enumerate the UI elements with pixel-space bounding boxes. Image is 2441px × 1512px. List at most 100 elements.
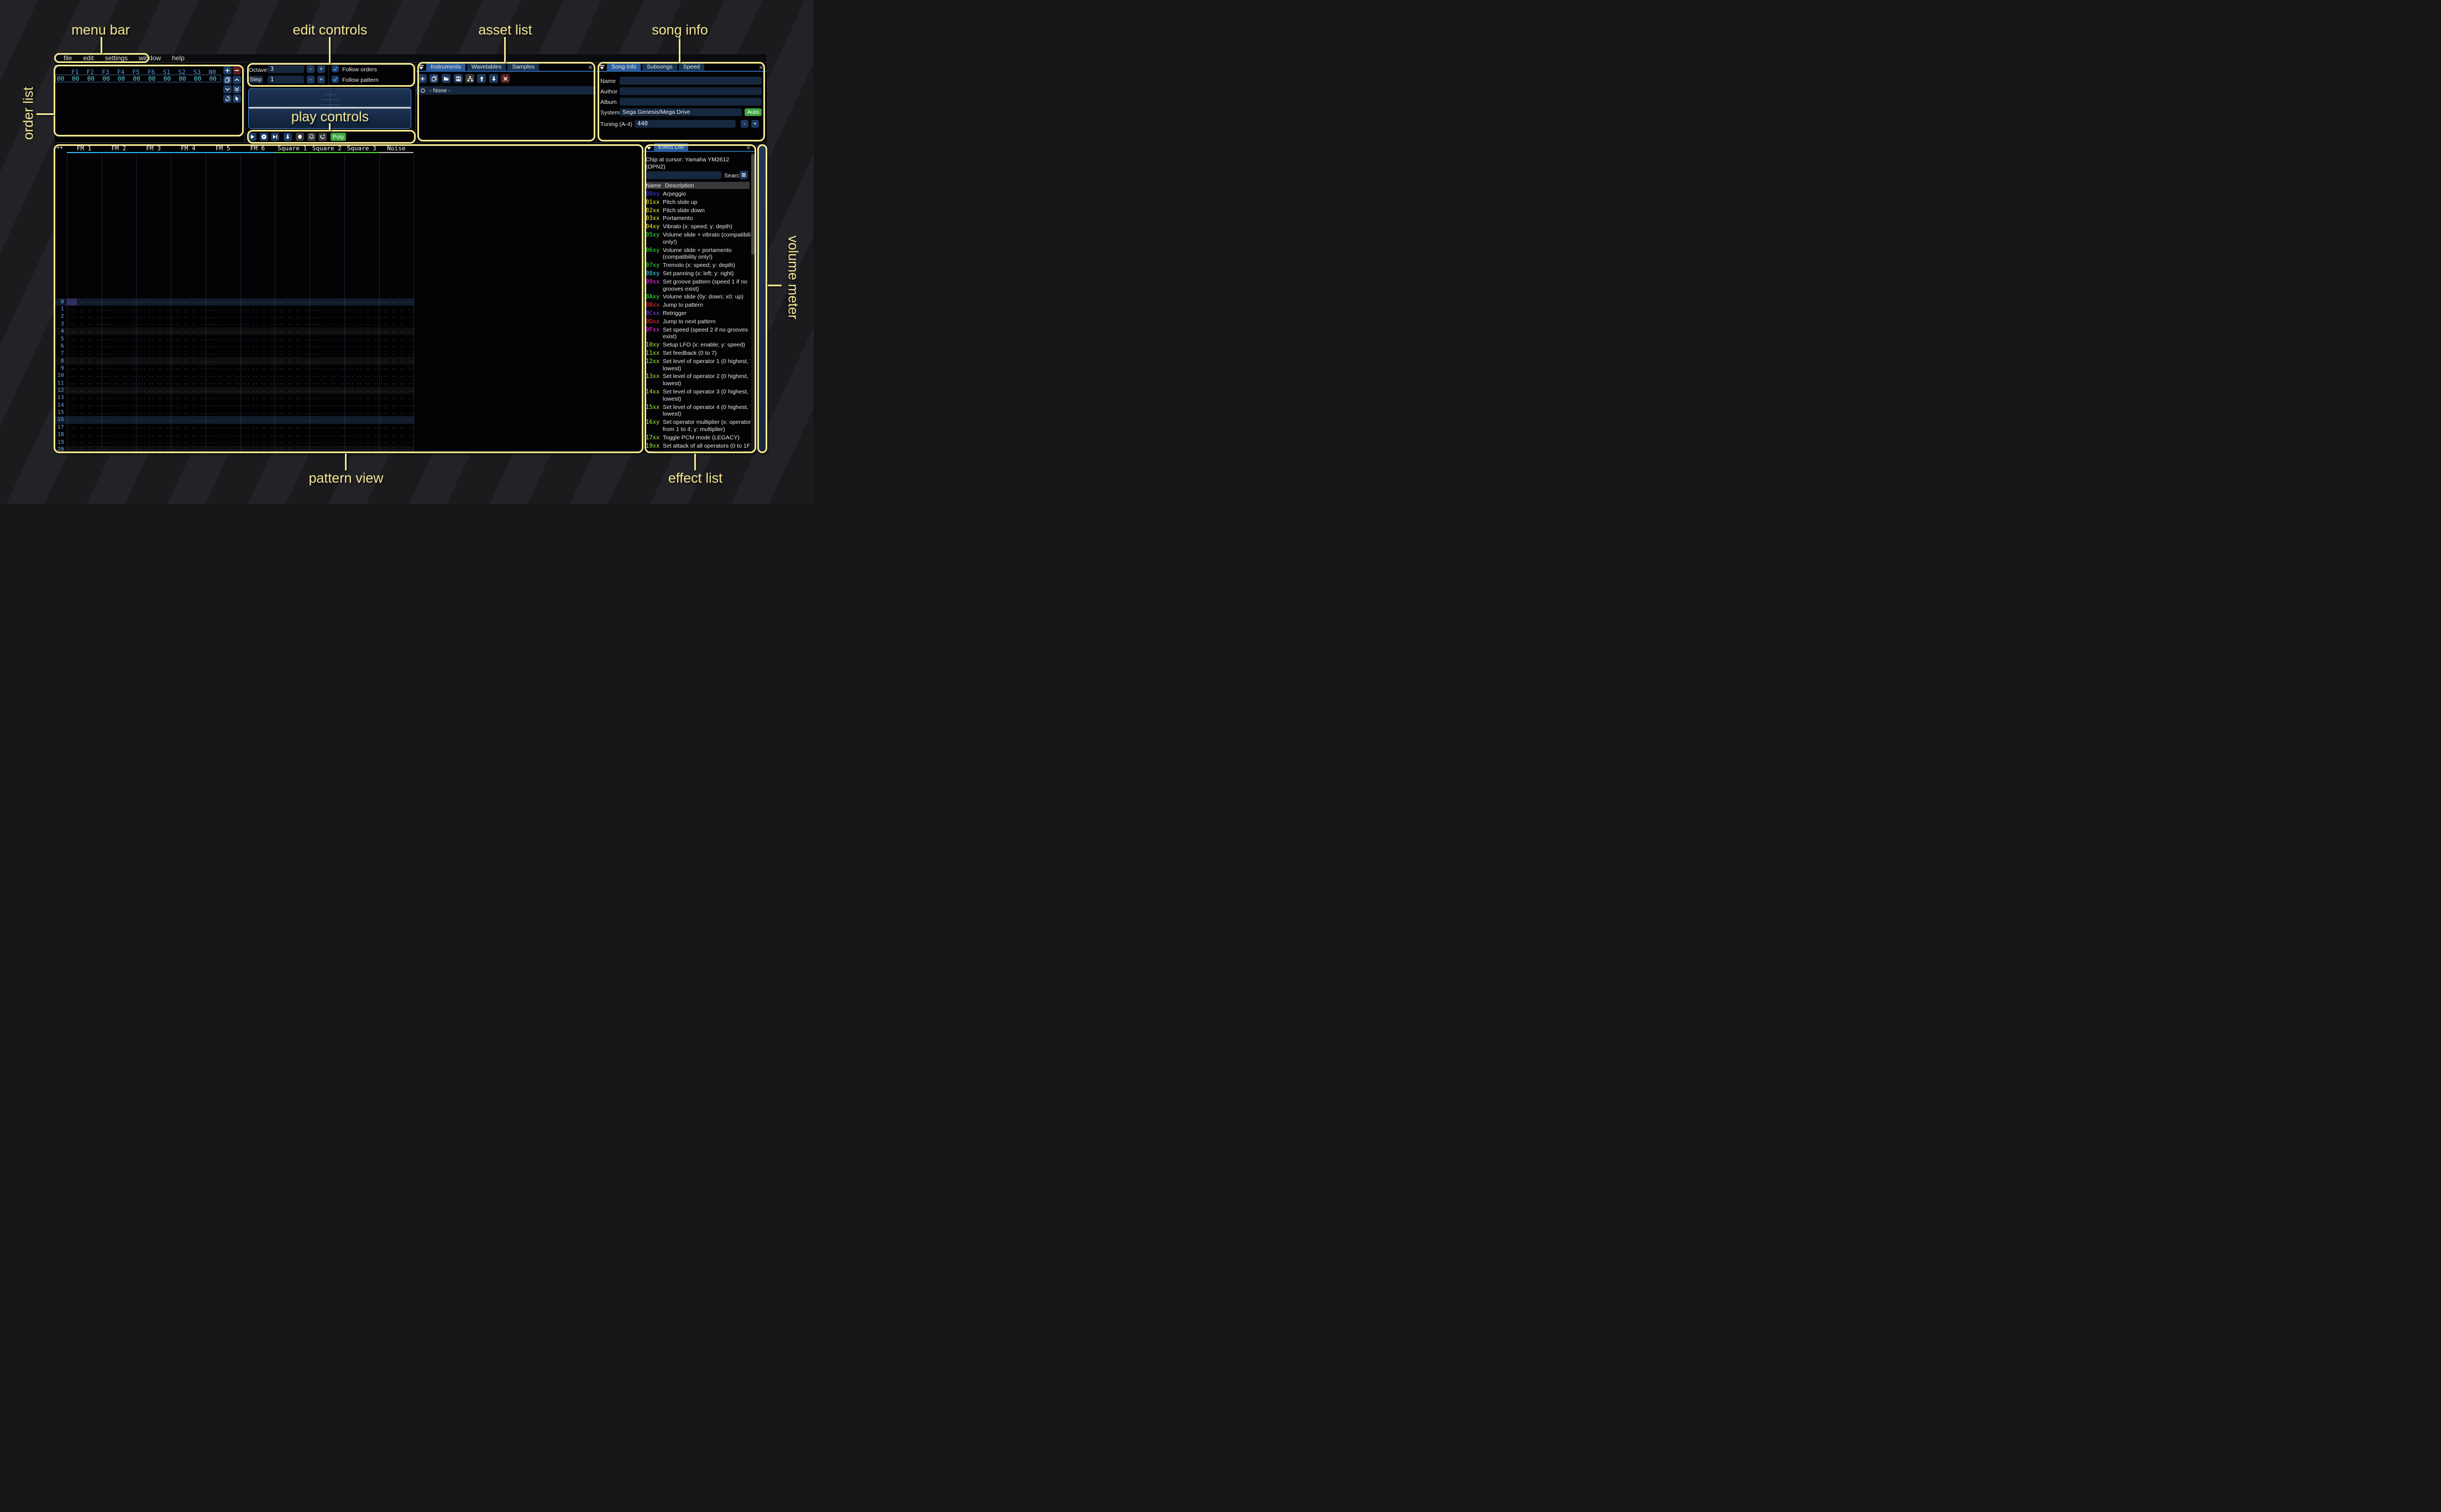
pattern-cell[interactable]: ... .. .. .... bbox=[102, 425, 137, 429]
pattern-cell[interactable]: ... .. .. .... bbox=[102, 314, 137, 319]
move-order-down-button[interactable] bbox=[223, 85, 232, 93]
pattern-cell[interactable]: ... .. .. .... bbox=[275, 322, 310, 326]
duplicate-order-button[interactable] bbox=[223, 76, 232, 84]
delete-instrument-button[interactable] bbox=[501, 74, 510, 83]
pattern-cell[interactable]: ... .. .. .... bbox=[379, 396, 414, 400]
pattern-cell[interactable]: ... .. .. .... bbox=[136, 381, 171, 385]
pattern-cell[interactable]: ... .. .. .... bbox=[67, 307, 102, 312]
pattern-cell[interactable]: ... .. .. .... bbox=[171, 403, 206, 407]
channel-header-fm-1[interactable]: FM 1 bbox=[67, 145, 102, 153]
pattern-cell[interactable]: ... .. .. .... bbox=[206, 344, 240, 348]
pattern-cell[interactable]: ... .. .. .... bbox=[136, 322, 171, 326]
pattern-cell[interactable]: ... .. .. .... bbox=[240, 447, 275, 452]
step-plus-button[interactable]: + bbox=[317, 76, 325, 83]
pattern-cell[interactable]: ... .. .. .... bbox=[136, 411, 171, 415]
move-instrument-up-button[interactable] bbox=[477, 74, 486, 83]
move-instrument-down-button[interactable] bbox=[489, 74, 498, 83]
pattern-cell[interactable]: ... .. .. .... bbox=[102, 381, 137, 385]
pattern-cell[interactable]: ... .. .. .... bbox=[102, 447, 137, 452]
pattern-cell[interactable]: ... .. .. .... bbox=[136, 374, 171, 378]
pattern-cell[interactable]: ... .. .. .... bbox=[310, 433, 344, 437]
pattern-cell[interactable]: ... .. .. .... bbox=[102, 307, 137, 312]
pattern-cell[interactable]: ... .. .. .... bbox=[102, 300, 137, 304]
pattern-cell[interactable]: ... .. .. .... bbox=[136, 440, 171, 444]
pattern-cell[interactable]: ... .. .. .... bbox=[102, 366, 137, 370]
pattern-cell[interactable]: ... .. .. .... bbox=[240, 300, 275, 304]
poly-toggle-button[interactable]: Poly bbox=[331, 133, 346, 141]
add-order-button[interactable] bbox=[223, 66, 232, 75]
pattern-cell[interactable]: ... .. .. .... bbox=[344, 447, 379, 452]
pattern-cell[interactable]: ... .. .. .... bbox=[171, 314, 206, 319]
pattern-cell[interactable]: ... .. .. .... bbox=[206, 359, 240, 363]
pattern-cell[interactable]: ... .. .. .... bbox=[136, 307, 171, 312]
add-instrument-button[interactable] bbox=[418, 74, 427, 83]
effect-list-scrollbar-thumb[interactable] bbox=[751, 154, 755, 255]
pattern-cell[interactable]: ... .. .. .... bbox=[379, 374, 414, 378]
pattern-cell[interactable]: ... .. .. .... bbox=[344, 433, 379, 437]
order-row[interactable]: 0000000000000000000000 bbox=[55, 75, 221, 82]
pattern-cell[interactable]: ... .. .. .... bbox=[136, 389, 171, 393]
pattern-cell[interactable]: ... .. .. .... bbox=[344, 300, 379, 304]
pattern-cell[interactable]: ... .. .. .... bbox=[102, 322, 137, 326]
pattern-cell[interactable]: ... .. .. .... bbox=[310, 425, 344, 429]
order-cell[interactable]: 00 bbox=[68, 75, 83, 82]
pattern-cell[interactable]: ... .. .. .... bbox=[344, 389, 379, 393]
pattern-cell[interactable]: ... .. .. .... bbox=[310, 351, 344, 356]
effect-list-scrollbar[interactable] bbox=[751, 153, 755, 452]
repeat-pattern-button[interactable] bbox=[318, 133, 327, 141]
pattern-cell[interactable]: ... .. .. .... bbox=[310, 396, 344, 400]
order-cell[interactable]: 00 bbox=[83, 75, 99, 82]
pattern-cell[interactable]: ... .. .. .... bbox=[344, 337, 379, 341]
pattern-cell[interactable]: ... .. .. .... bbox=[344, 440, 379, 444]
pattern-cell[interactable]: ... .. .. .... bbox=[379, 337, 414, 341]
pattern-cell[interactable]: ... .. .. .... bbox=[171, 307, 206, 312]
pattern-cell[interactable]: ... .. .. .... bbox=[240, 359, 275, 363]
channel-header-fm-6[interactable]: FM 6 bbox=[240, 145, 275, 153]
pattern-cell[interactable]: ... .. .. .... bbox=[67, 329, 102, 334]
pattern-cell[interactable]: ... .. .. .... bbox=[67, 366, 102, 370]
pattern-cell[interactable]: ... .. .. .... bbox=[379, 440, 414, 444]
pattern-cell[interactable]: ... .. .. .... bbox=[275, 418, 310, 422]
order-cell[interactable]: 00 bbox=[175, 75, 190, 82]
pattern-cell[interactable]: ... .. .. .... bbox=[379, 418, 414, 422]
pattern-cell[interactable]: ... .. .. .... bbox=[344, 366, 379, 370]
menu-item-help[interactable]: help bbox=[166, 54, 190, 62]
pattern-cell[interactable]: ... .. .. .... bbox=[67, 359, 102, 363]
pattern-cell[interactable]: ... .. .. .... bbox=[136, 337, 171, 341]
pattern-cell[interactable]: ... .. .. .... bbox=[206, 314, 240, 319]
step-minus-button[interactable]: - bbox=[307, 76, 315, 83]
pattern-cell[interactable]: ... .. .. .... bbox=[310, 440, 344, 444]
pattern-cell[interactable]: ... .. .. .... bbox=[310, 418, 344, 422]
pattern-cell[interactable]: ... .. .. .... bbox=[240, 374, 275, 378]
pattern-cell[interactable]: ... .. .. .... bbox=[67, 381, 102, 385]
pattern-cell[interactable]: ... .. .. .... bbox=[275, 433, 310, 437]
pattern-cell[interactable]: ... .. .. .... bbox=[102, 359, 137, 363]
pattern-cell[interactable]: ... .. .. .... bbox=[206, 322, 240, 326]
pattern-cell[interactable]: ... .. .. .... bbox=[171, 425, 206, 429]
pattern-cell[interactable]: ... .. .. .... bbox=[240, 307, 275, 312]
pattern-cell[interactable]: ... .. .. .... bbox=[67, 411, 102, 415]
pattern-cell[interactable]: ... .. .. .... bbox=[171, 322, 206, 326]
channel-header-fm-4[interactable]: FM 4 bbox=[171, 145, 206, 153]
pattern-cell[interactable]: ... .. .. .... bbox=[102, 411, 137, 415]
effect-search-input[interactable] bbox=[646, 171, 721, 179]
pattern-cell[interactable]: ... .. .. .... bbox=[206, 366, 240, 370]
pattern-cell[interactable]: ... .. .. .... bbox=[240, 396, 275, 400]
pattern-cell[interactable]: ... .. .. .... bbox=[136, 433, 171, 437]
order-change-mode-button[interactable] bbox=[233, 95, 241, 103]
tuning-minus-button[interactable]: - bbox=[741, 120, 748, 128]
pattern-cell[interactable]: ... .. .. .... bbox=[240, 337, 275, 341]
pattern-cell[interactable]: ... .. .. .... bbox=[344, 425, 379, 429]
pattern-cell[interactable]: ... .. .. .... bbox=[379, 329, 414, 334]
pattern-cell[interactable]: ... .. .. .... bbox=[240, 351, 275, 356]
pattern-cell[interactable]: ... .. .. .... bbox=[67, 374, 102, 378]
pattern-cell[interactable]: ... .. .. .... bbox=[344, 314, 379, 319]
order-cell[interactable]: 00 bbox=[98, 75, 114, 82]
tab-samples[interactable]: Samples bbox=[507, 63, 539, 71]
system-auto-button[interactable]: Auto bbox=[745, 108, 762, 116]
pattern-cell[interactable]: ... .. .. .... bbox=[379, 411, 414, 415]
pattern-cell[interactable]: ... .. .. .... bbox=[102, 433, 137, 437]
pattern-cell[interactable]: ... .. .. .... bbox=[67, 351, 102, 356]
pattern-cell[interactable]: ... .. .. .... bbox=[275, 300, 310, 304]
pattern-cell[interactable]: ... .. .. .... bbox=[379, 322, 414, 326]
